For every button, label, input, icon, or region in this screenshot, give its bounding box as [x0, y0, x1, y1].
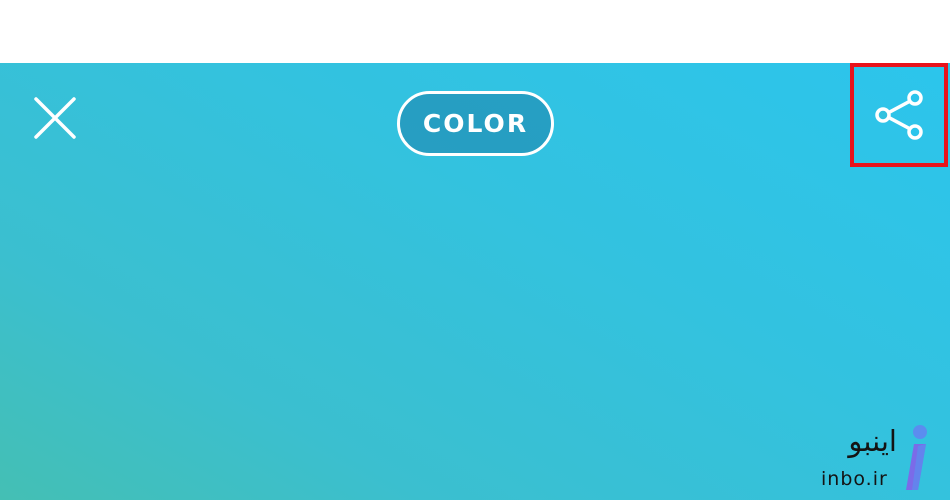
close-button[interactable] — [30, 95, 80, 141]
inbo-watermark: اینبو inbo.ir — [805, 420, 945, 500]
close-icon — [34, 97, 76, 139]
top-status-area — [0, 0, 950, 63]
watermark-brand-fa: اینبو — [848, 424, 897, 458]
color-mode-label: COLOR — [422, 109, 529, 138]
watermark-brand-url: inbo.ir — [821, 468, 888, 490]
color-mode-button[interactable]: COLOR — [397, 91, 554, 156]
share-button[interactable] — [850, 63, 948, 167]
share-icon — [875, 90, 923, 140]
inbo-logo-icon — [906, 425, 927, 490]
